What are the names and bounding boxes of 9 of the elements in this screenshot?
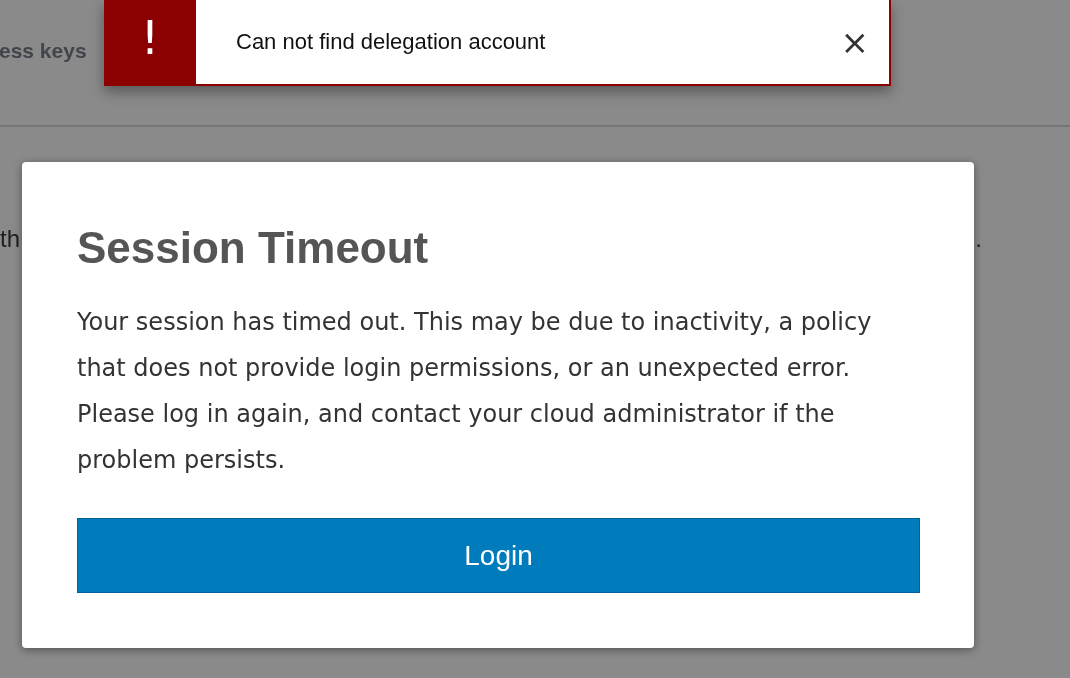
partial-text: th (0, 224, 20, 254)
partial-text: . (975, 224, 982, 254)
dialog-title: Session Timeout (77, 222, 429, 274)
login-button[interactable]: Login (77, 518, 920, 593)
close-button[interactable]: × (836, 25, 873, 59)
dialog-message: Your session has timed out. This may be due to inactivity, a policy that does not provide login permissions, or an unexpected error. Please log in again, and contact your cloud administrator if the problem persists. (77, 307, 873, 476)
section-heading: ess keys (0, 38, 87, 64)
toast-message: Can not find delegation account (236, 28, 547, 56)
alert-icon: ! (104, 0, 196, 84)
